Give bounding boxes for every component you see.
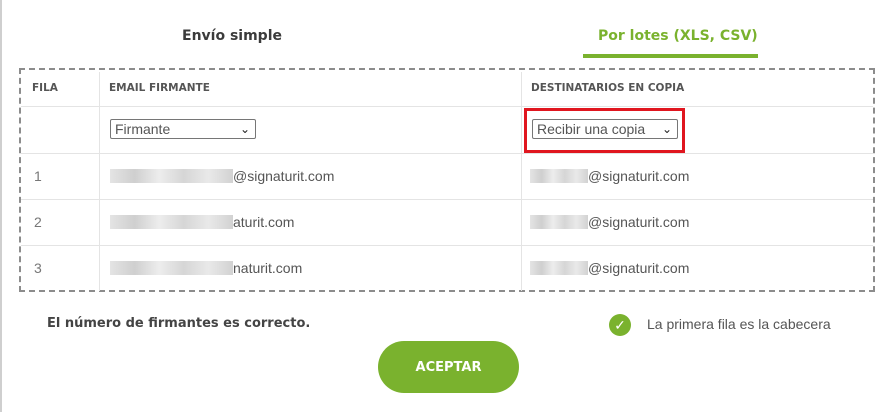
header-cc-recipients: DESTINATARIOS EN COPIA (531, 82, 685, 94)
row-divider (21, 245, 873, 246)
window-edge (0, 0, 2, 412)
active-tab-underline (583, 54, 758, 58)
tab-simple[interactable]: Envío simple (182, 28, 282, 44)
header-signer-email: EMAIL FIRMANTE (109, 82, 210, 94)
signer-count-status: El número de firmantes es correcto. (47, 316, 311, 331)
chevron-down-icon: ⌄ (239, 122, 250, 136)
column-divider (99, 72, 100, 291)
table-row-cc: @signaturit.com (530, 168, 689, 184)
check-icon[interactable]: ✓ (609, 314, 631, 336)
tab-batch[interactable]: Por lotes (XLS, CSV) (598, 28, 758, 44)
table-row-email: aturit.com (110, 214, 294, 230)
accept-button[interactable]: ACEPTAR (378, 341, 519, 393)
redacted-text (110, 169, 233, 183)
row-number: 2 (34, 214, 42, 230)
redacted-text (530, 261, 588, 275)
table-row-email: @signaturit.com (110, 168, 334, 184)
highlight-box (524, 108, 685, 153)
row-number: 1 (34, 168, 42, 184)
redacted-text (530, 169, 588, 183)
redacted-text (530, 215, 588, 229)
column-divider (521, 72, 522, 291)
signer-role-value: Firmante (115, 121, 171, 137)
table-row-cc: @signaturit.com (530, 260, 689, 276)
first-row-header-label: La primera fila es la cabecera (647, 316, 831, 332)
header-row-number: FILA (32, 82, 58, 94)
row-divider (21, 199, 873, 200)
redacted-text (110, 261, 233, 275)
row-divider (21, 153, 873, 154)
signer-role-select[interactable]: Firmante ⌄ (110, 119, 256, 139)
table-row-cc: @signaturit.com (530, 214, 689, 230)
row-divider (21, 106, 873, 107)
table-row-email: naturit.com (110, 260, 302, 276)
row-number: 3 (34, 260, 42, 276)
redacted-text (110, 215, 233, 229)
